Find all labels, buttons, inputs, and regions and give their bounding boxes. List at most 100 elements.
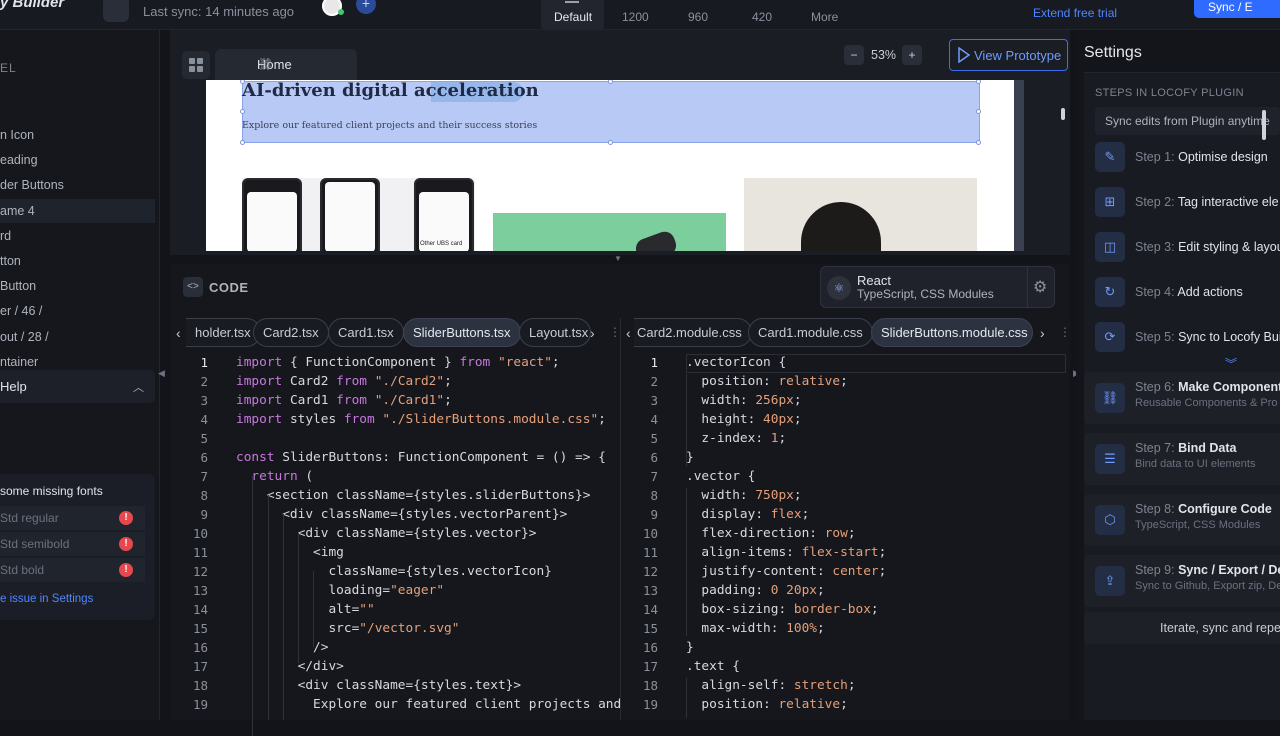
code-line[interactable]: .vectorIcon { bbox=[686, 355, 786, 370]
step-label[interactable]: Step 9: Sync / Export / Dep bbox=[1135, 563, 1280, 577]
layer-item-selected[interactable]: ame 4 bbox=[0, 199, 155, 223]
code-line[interactable]: align-self: stretch; bbox=[686, 678, 855, 693]
file-tab[interactable]: Card2.tsx bbox=[253, 318, 329, 347]
code-line[interactable]: width: 750px; bbox=[686, 488, 801, 503]
collapse-panel-icon[interactable]: ◀ bbox=[158, 368, 165, 379]
code-line[interactable]: <div className={styles.vectorParent}> bbox=[236, 507, 567, 522]
code-line[interactable]: return ( bbox=[236, 469, 313, 484]
grid-view-button[interactable] bbox=[182, 51, 210, 79]
chevron-right-icon[interactable]: › bbox=[590, 325, 595, 341]
resize-handle[interactable] bbox=[976, 80, 981, 84]
code-line[interactable]: <div className={styles.text}> bbox=[236, 678, 521, 693]
resize-handle[interactable] bbox=[976, 109, 981, 114]
line-number: 5 bbox=[200, 431, 208, 446]
step-label[interactable]: Step 1: Optimise design bbox=[1135, 150, 1268, 164]
code-line[interactable]: src="/vector.svg" bbox=[236, 621, 459, 636]
step-label[interactable]: Step 5: Sync to Locofy Buil bbox=[1135, 330, 1280, 344]
breakpoint-420[interactable]: 420 bbox=[752, 10, 772, 24]
step-label[interactable]: Step 6: Make Components bbox=[1135, 380, 1280, 394]
code-line[interactable]: max-width: 100%; bbox=[686, 621, 824, 636]
code-line[interactable]: width: 256px; bbox=[686, 393, 801, 408]
file-tab[interactable]: Card2.module.css bbox=[634, 318, 752, 347]
code-line[interactable]: <div className={styles.vector}> bbox=[236, 526, 537, 541]
layer-item[interactable]: out / 28 / bbox=[0, 325, 155, 349]
sync-export-button[interactable]: Sync / E bbox=[1194, 0, 1280, 18]
extend-trial-link[interactable]: Extend free trial bbox=[1033, 6, 1117, 20]
code-line[interactable]: .text { bbox=[686, 659, 740, 674]
code-line[interactable]: height: 40px; bbox=[686, 412, 801, 427]
file-tab[interactable]: Layout.tsx bbox=[519, 318, 591, 347]
zoom-out-button[interactable]: − bbox=[844, 45, 864, 65]
resize-handle[interactable] bbox=[240, 109, 245, 114]
layer-item[interactable]: eading bbox=[0, 148, 155, 172]
step-label[interactable]: Step 3: Edit styling & layou bbox=[1135, 240, 1280, 254]
breakpoint-default[interactable]: Default bbox=[554, 10, 592, 24]
file-tab[interactable]: Card1.tsx bbox=[328, 318, 404, 347]
resize-divider-icon[interactable]: ▼ bbox=[614, 254, 622, 263]
layer-item[interactable]: Button bbox=[0, 274, 155, 298]
page-preview[interactable]: AI-driven digital acceleration Explore o… bbox=[206, 80, 1014, 251]
code-line[interactable]: import Card1 from "./Card1"; bbox=[236, 393, 452, 408]
code-line[interactable]: justify-content: center; bbox=[686, 564, 886, 579]
settings-scrollbar[interactable] bbox=[1262, 110, 1266, 140]
resize-handle[interactable] bbox=[608, 140, 613, 145]
gear-icon[interactable]: ⚙ bbox=[1033, 277, 1047, 297]
step-icon: ↻ bbox=[1095, 277, 1125, 307]
resize-handle[interactable] bbox=[976, 140, 981, 145]
code-line[interactable]: .vector { bbox=[686, 469, 755, 484]
line-number: 19 bbox=[642, 697, 658, 712]
chevron-left-icon[interactable]: ‹ bbox=[176, 325, 181, 341]
chevron-left-icon[interactable]: ‹ bbox=[626, 325, 631, 341]
code-line[interactable]: align-items: flex-start; bbox=[686, 545, 886, 560]
code-line[interactable]: import Card2 from "./Card2"; bbox=[236, 374, 452, 389]
warning-icon: ! bbox=[119, 537, 133, 551]
locofy-sync-icon[interactable] bbox=[103, 0, 129, 22]
code-line[interactable]: alt="" bbox=[236, 602, 374, 617]
file-tab[interactable]: Card1.module.css bbox=[748, 318, 873, 347]
code-line[interactable]: import { FunctionComponent } from "react… bbox=[236, 355, 560, 370]
canvas-scrollbar[interactable] bbox=[1061, 108, 1065, 120]
code-line[interactable]: } bbox=[686, 640, 694, 655]
line-number: 7 bbox=[200, 469, 208, 484]
step-label[interactable]: Step 2: Tag interactive ele bbox=[1135, 195, 1279, 209]
resolve-fonts-link[interactable]: e issue in Settings bbox=[0, 593, 93, 605]
layer-item[interactable]: er / 46 / bbox=[0, 299, 155, 323]
code-line[interactable]: flex-direction: row; bbox=[686, 526, 855, 541]
breakpoint-more[interactable]: More bbox=[811, 10, 838, 24]
file-tab-active[interactable]: SliderButtons.tsx bbox=[403, 318, 521, 347]
code-line[interactable]: padding: 0 20px; bbox=[686, 583, 824, 598]
line-number: 3 bbox=[200, 393, 208, 408]
layer-item[interactable]: rd bbox=[0, 224, 155, 248]
breakpoint-1200[interactable]: 1200 bbox=[622, 10, 649, 24]
chevron-up-icon[interactable]: ︿ bbox=[133, 379, 144, 395]
layer-item[interactable]: n Icon bbox=[0, 123, 155, 147]
warning-icon: ! bbox=[119, 511, 133, 525]
resize-handle[interactable] bbox=[240, 140, 245, 145]
step-number: Step 2: bbox=[1135, 195, 1178, 209]
step-label[interactable]: Step 8: Configure Code bbox=[1135, 502, 1272, 516]
step-label[interactable]: Step 4: Add actions bbox=[1135, 285, 1243, 299]
code-line[interactable]: const SliderButtons: FunctionComponent =… bbox=[236, 450, 606, 465]
chevron-right-icon[interactable]: › bbox=[1040, 325, 1045, 341]
code-line[interactable]: Explore our featured client projects and bbox=[236, 697, 621, 712]
code-line[interactable]: import styles from "./SliderButtons.modu… bbox=[236, 412, 606, 427]
tab-home[interactable]: Home bbox=[215, 49, 357, 81]
step-label[interactable]: Step 7: Bind Data bbox=[1135, 441, 1236, 455]
more-vertical-icon[interactable]: ⋮ bbox=[1059, 325, 1071, 339]
layer-item[interactable]: tton bbox=[0, 249, 155, 273]
layer-item[interactable]: der Buttons bbox=[0, 173, 155, 197]
code-line[interactable]: display: flex; bbox=[686, 507, 809, 522]
indent-guide bbox=[268, 495, 269, 720]
code-line[interactable]: } bbox=[686, 450, 694, 465]
breakpoint-960[interactable]: 960 bbox=[688, 10, 708, 24]
code-line[interactable]: position: relative; bbox=[686, 374, 847, 389]
file-tab-active[interactable]: SliderButtons.module.css bbox=[871, 318, 1033, 347]
code-line[interactable]: z-index: 1; bbox=[686, 431, 786, 446]
play-icon bbox=[958, 47, 971, 63]
line-number: 2 bbox=[650, 374, 658, 389]
code-line[interactable]: <section className={styles.sliderButtons… bbox=[236, 488, 591, 503]
file-tab[interactable]: holder.tsx bbox=[186, 318, 261, 347]
code-line[interactable]: position: relative; bbox=[686, 697, 847, 712]
zoom-in-button[interactable]: + bbox=[902, 45, 922, 65]
code-line[interactable]: box-sizing: border-box; bbox=[686, 602, 878, 617]
